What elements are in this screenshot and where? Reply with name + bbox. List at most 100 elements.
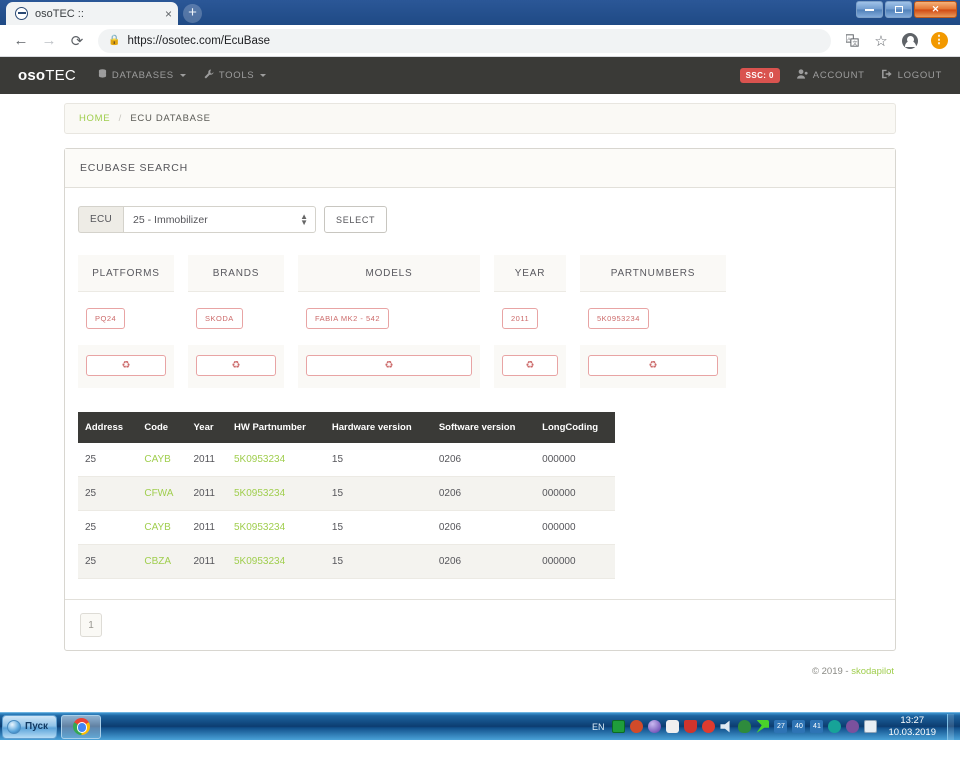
table-row[interactable]: 25 CAYB 2011 5K0953234 15 0206 000000	[78, 443, 615, 477]
filter-tag[interactable]: SKODA	[196, 308, 243, 329]
col-code: Code	[137, 412, 187, 443]
cell-hw-partnumber[interactable]: 5K0953234	[227, 510, 325, 545]
translate-icon[interactable]: A文	[839, 28, 865, 54]
cell-hw-partnumber[interactable]: 5K0953234	[227, 476, 325, 511]
cell-hw-partnumber[interactable]: 5K0953234	[227, 443, 325, 477]
taskbar-clock[interactable]: 13:27 10.03.2019	[888, 715, 936, 739]
tray-icon-shield[interactable]	[684, 720, 698, 733]
window-controls: ✕	[856, 1, 957, 18]
app-logo[interactable]: osoTEC	[18, 67, 76, 84]
cell-year: 2011	[186, 510, 227, 545]
back-icon[interactable]: ←	[8, 28, 34, 54]
tray-icon-calendar-27[interactable]: 27	[774, 720, 788, 733]
reset-year-button[interactable]: ♻	[502, 355, 558, 376]
filter-tag[interactable]: 5K0953234	[588, 308, 649, 329]
cell-code[interactable]: CAYB	[137, 510, 187, 545]
nav-label-logout: LOGOUT	[897, 70, 942, 81]
nav-items: DATABASES TOOLS	[98, 69, 740, 82]
tray-icon-network[interactable]	[864, 720, 878, 733]
col-hardware-version: Hardware version	[324, 412, 432, 443]
filter-tag[interactable]: 2011	[502, 308, 539, 329]
filter-tag[interactable]: PQ24	[86, 308, 126, 329]
recycle-icon: ♻	[231, 359, 241, 371]
reset-brands-button[interactable]: ♻	[196, 355, 276, 376]
address-bar[interactable]: 🔒 https://osotec.com/EcuBase	[98, 28, 831, 53]
nav-item-databases[interactable]: DATABASES	[98, 69, 186, 82]
recycle-icon: ♻	[525, 359, 535, 371]
tray-icon-red-molecule[interactable]	[702, 720, 716, 733]
url-text: https://osotec.com/EcuBase	[127, 34, 270, 47]
table-row[interactable]: 25 CAYB 2011 5K0953234 15 0206 000000	[78, 510, 615, 545]
system-tray: EN 27 40 41 13:27 10.03.2019	[592, 713, 960, 740]
chrome-icon	[72, 718, 90, 735]
start-button[interactable]: Пуск	[2, 714, 58, 739]
filter-tags-platforms: PQ24	[78, 292, 174, 345]
cell-longcoding: 000000	[535, 544, 615, 579]
col-longcoding: LongCoding	[535, 412, 615, 443]
cell-hardware-version: 15	[324, 510, 432, 545]
nav-item-logout[interactable]: LOGOUT	[881, 69, 942, 82]
logo-light: TEC	[45, 67, 76, 84]
breadcrumb-home[interactable]: HOME	[79, 113, 110, 124]
close-icon[interactable]: ×	[165, 8, 172, 20]
filter-reset-wrap-brands: ♻	[188, 345, 284, 388]
tray-icon-calendar-41[interactable]: 41	[810, 720, 824, 733]
reset-models-button[interactable]: ♻	[306, 355, 472, 376]
select-button[interactable]: SELECT	[324, 206, 388, 233]
windows-taskbar: Пуск EN 27 40 41 13:27 10.03.2019	[0, 712, 960, 740]
tray-icon-white-bug[interactable]	[666, 720, 680, 733]
chrome-menu-button[interactable]: ⋮	[926, 28, 952, 54]
taskbar-item-chrome[interactable]	[61, 714, 102, 739]
nav-item-tools[interactable]: TOOLS	[204, 69, 267, 82]
cell-year: 2011	[186, 443, 227, 477]
cell-code[interactable]: CBZA	[137, 544, 187, 579]
nav-label-databases: DATABASES	[111, 70, 174, 81]
show-desktop-button[interactable]	[947, 713, 954, 740]
clock-date: 10.03.2019	[888, 726, 936, 738]
status-badge[interactable]: SSC: 0	[739, 68, 780, 83]
cell-hw-partnumber[interactable]: 5K0953234	[227, 544, 325, 579]
pagination-bar: 1	[65, 599, 895, 650]
reset-platforms-button[interactable]: ♻	[86, 355, 166, 376]
browser-tab[interactable]: osoTEC :: ×	[6, 2, 178, 25]
tray-icon-teal-lock[interactable]	[828, 720, 842, 733]
nav-right: SSC: 0 ACCOUNT LOGOUT	[739, 68, 942, 83]
cell-hardware-version: 15	[324, 443, 432, 477]
table-row[interactable]: 25 CBZA 2011 5K0953234 15 0206 000000	[78, 544, 615, 579]
maximize-button[interactable]	[885, 1, 912, 18]
reset-partnumbers-button[interactable]: ♻	[588, 355, 718, 376]
bookmark-star-icon[interactable]: ☆	[868, 28, 894, 54]
nav-item-account[interactable]: ACCOUNT	[796, 69, 865, 82]
toolbar-actions: A文 ☆ ⋮	[839, 28, 952, 54]
tray-icon-green-fox[interactable]	[738, 720, 752, 733]
browser-window: osoTEC :: × + ✕ ← → ⟳ 🔒 https://osotec.c…	[0, 0, 960, 740]
tray-icon-purple-orb[interactable]	[648, 720, 662, 733]
table-row[interactable]: 25 CFWA 2011 5K0953234 15 0206 000000	[78, 476, 615, 511]
cell-code[interactable]: CFWA	[137, 476, 187, 511]
tray-icon-red-hook[interactable]	[630, 720, 644, 733]
tray-icon-viber[interactable]	[846, 720, 860, 733]
profile-avatar[interactable]	[897, 28, 923, 54]
page-button-1[interactable]: 1	[80, 613, 102, 637]
lock-icon: 🔒	[108, 35, 121, 46]
tray-language[interactable]: EN	[592, 722, 605, 732]
filter-reset-wrap-platforms: ♻	[78, 345, 174, 388]
panel-body: ECU 25 - Immobilizer ▲ ▼ SELECT PLATFORMS	[65, 188, 895, 599]
tray-icon-volume[interactable]	[720, 720, 730, 733]
forward-icon[interactable]: →	[36, 28, 62, 54]
new-tab-button[interactable]: +	[180, 2, 205, 25]
reload-icon[interactable]: ⟳	[64, 28, 90, 54]
plus-icon: +	[183, 4, 202, 23]
filter-title-brands: BRANDS	[188, 255, 284, 292]
tray-icon-green-arrow[interactable]	[756, 720, 770, 733]
cell-code[interactable]: CAYB	[137, 443, 187, 477]
tray-icon-calendar-40[interactable]: 40	[792, 720, 806, 733]
ecu-select[interactable]: 25 - Immobilizer ▲ ▼	[123, 206, 317, 233]
filter-tag[interactable]: FABIA MK2 - 542	[306, 308, 390, 329]
filter-column-partnumbers: PARTNUMBERS 5K0953234 ♻	[580, 255, 726, 388]
tray-icon-green-app[interactable]	[612, 720, 626, 733]
cell-software-version: 0206	[431, 443, 536, 477]
close-window-button[interactable]: ✕	[914, 1, 957, 18]
footer-site-link[interactable]: skodapilot	[851, 666, 894, 677]
minimize-button[interactable]	[856, 1, 883, 18]
